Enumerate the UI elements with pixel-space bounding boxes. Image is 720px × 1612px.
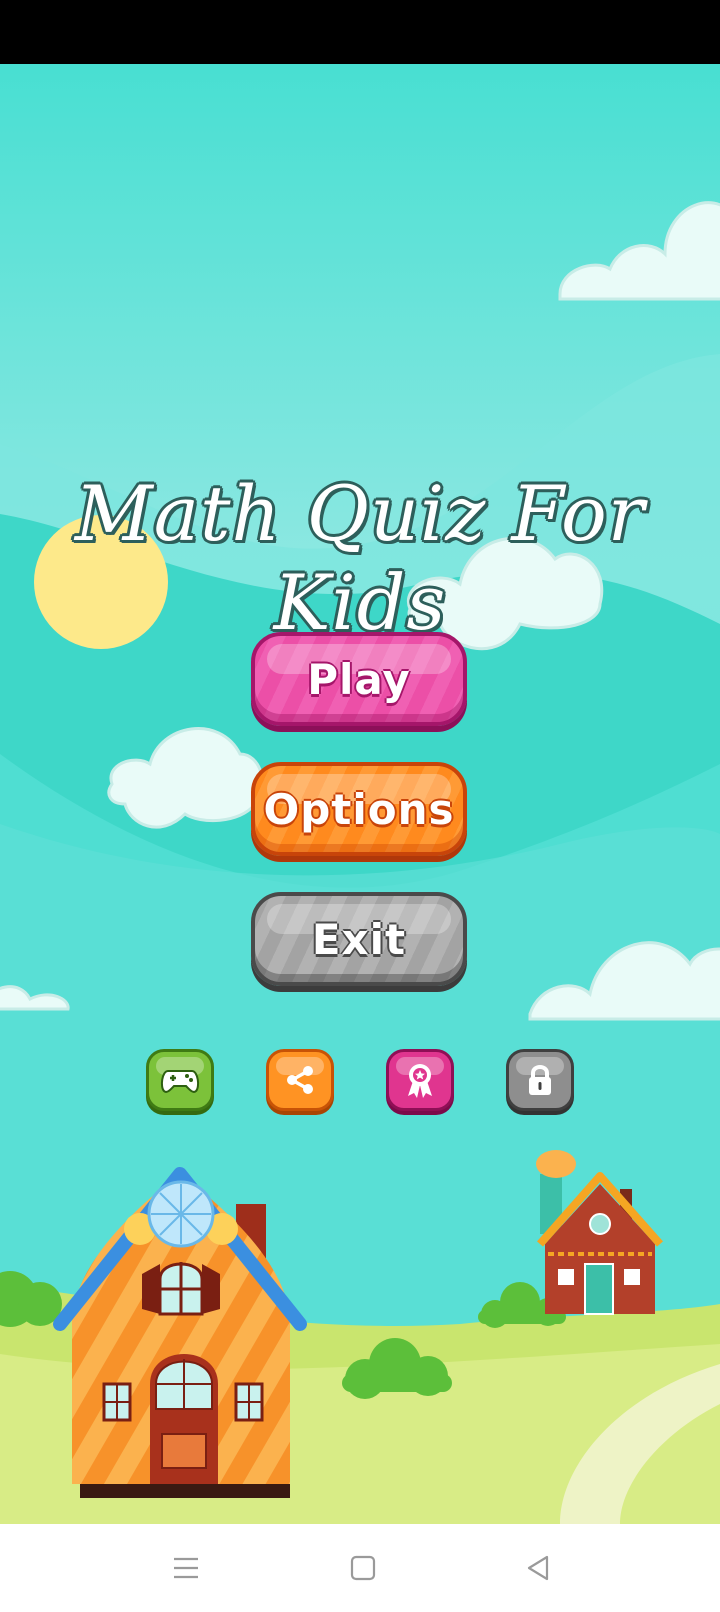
- share-button[interactable]: [266, 1049, 334, 1111]
- exit-button-label: Exit: [311, 914, 407, 964]
- menu-lines-icon: [174, 1557, 198, 1579]
- options-button[interactable]: Options: [251, 762, 467, 856]
- options-button-label: Options: [263, 784, 455, 834]
- status-bar: [0, 0, 720, 64]
- lock-icon: [529, 1065, 551, 1095]
- exit-button[interactable]: Exit: [251, 892, 467, 986]
- back-button[interactable]: [516, 1546, 560, 1590]
- game-screen: Math Quiz For Kids Play Options Exit: [0, 64, 720, 1524]
- lock-button[interactable]: [506, 1049, 574, 1111]
- home-button[interactable]: [341, 1546, 385, 1590]
- achievements-button[interactable]: [386, 1049, 454, 1111]
- play-button[interactable]: Play: [251, 632, 467, 726]
- gamepad-icon: [160, 1070, 200, 1093]
- recent-apps-button[interactable]: [164, 1546, 208, 1590]
- home-square-icon: [350, 1555, 376, 1581]
- back-triangle-icon: [527, 1555, 549, 1581]
- more-games-button[interactable]: [146, 1049, 214, 1111]
- game-title: Math Quiz For Kids: [74, 469, 646, 647]
- system-nav-bar: [0, 1524, 720, 1612]
- award-ribbon-icon: [408, 1064, 432, 1098]
- play-button-label: Play: [307, 654, 411, 704]
- share-icon: [287, 1066, 313, 1094]
